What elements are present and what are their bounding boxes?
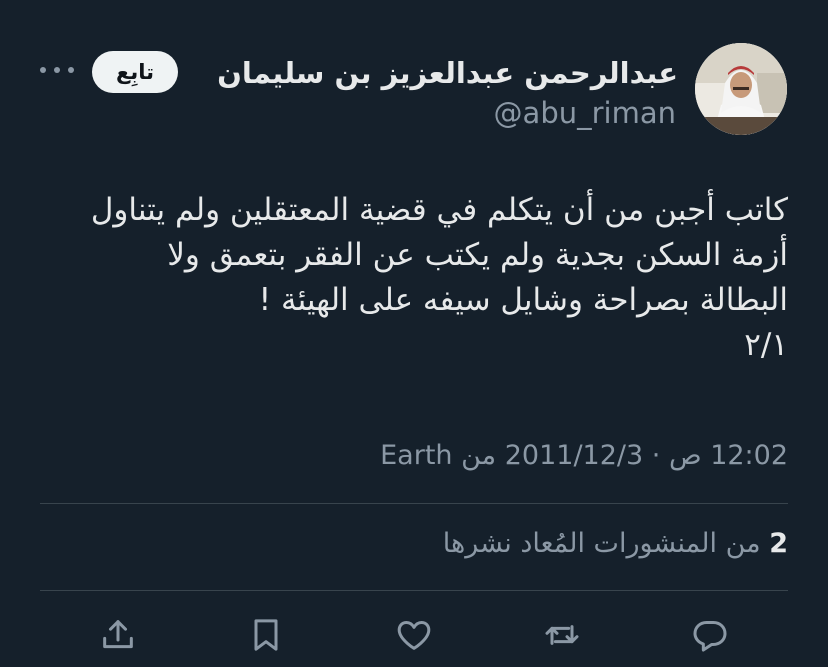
reposts-stat[interactable]: 2 من المنشورات المُعاد نشرها: [443, 528, 788, 559]
meta-separator: ·: [643, 440, 661, 471]
more-dot: [54, 67, 60, 73]
reposts-label: من المنشورات المُعاد نشرها: [442, 528, 761, 559]
tweet-line: كاتب أجبن من أن يتكلم في قضية المعتقلين …: [90, 192, 788, 228]
reposts-count: 2: [769, 528, 788, 559]
tweet-date[interactable]: 2011/12/3: [505, 440, 643, 471]
avatar[interactable]: [695, 43, 787, 135]
tweet-meta: 12:02 ص · 2011/12/3 من Earth: [380, 440, 788, 471]
repost-icon[interactable]: [542, 615, 582, 655]
more-horizontal-icon[interactable]: [40, 58, 74, 82]
action-bar: [0, 605, 828, 665]
tweet-line: ٢/١: [744, 327, 788, 363]
author-handle[interactable]: @abu_riman: [494, 96, 676, 130]
share-icon[interactable]: [98, 615, 138, 655]
more-dot: [40, 67, 46, 73]
avatar-image: [695, 43, 787, 135]
divider: [40, 503, 788, 504]
reply-icon[interactable]: [690, 615, 730, 655]
more-dot: [68, 67, 74, 73]
tweet-text: كاتب أجبن من أن يتكلم في قضية المعتقلين …: [28, 188, 788, 368]
divider: [40, 590, 788, 591]
tweet-line: أزمة السكن بجدية ولم يكتب عن الفقر بتعمق…: [167, 237, 788, 273]
follow-button[interactable]: تابِع: [92, 51, 178, 93]
tweet-source: من Earth: [380, 440, 497, 471]
tweet-time[interactable]: 12:02 ص: [669, 440, 788, 471]
heart-icon[interactable]: [394, 615, 434, 655]
author-name[interactable]: عبدالرحمن عبدالعزيز بن سليمان: [217, 56, 678, 90]
tweet-line: البطالة بصراحة وشايل سيفه على الهيئة !: [258, 282, 788, 318]
bookmark-icon[interactable]: [246, 615, 286, 655]
